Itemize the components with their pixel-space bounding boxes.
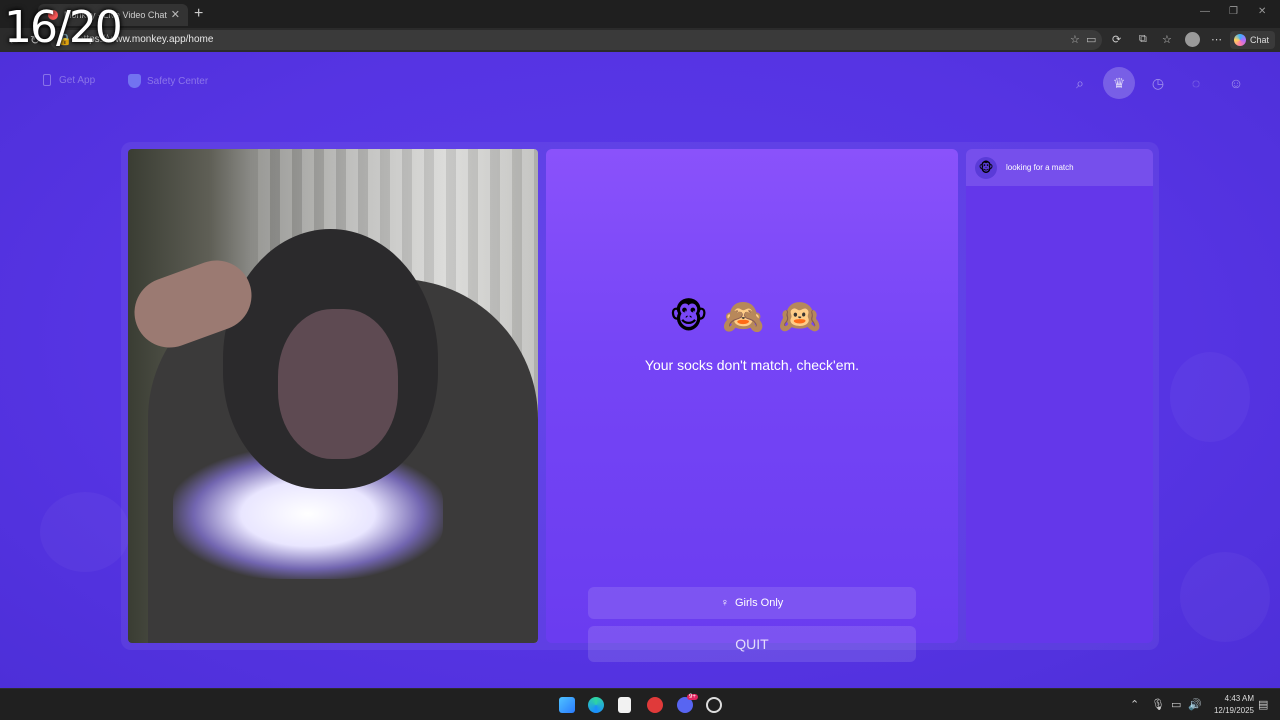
history-icon[interactable]: ◷ (1143, 68, 1173, 98)
local-video-feed (128, 149, 538, 643)
background-blob (40, 492, 130, 572)
chat-icon[interactable]: ◌ (1181, 68, 1211, 98)
phone-icon (43, 74, 51, 86)
search-icon[interactable]: ⌕ (1065, 68, 1095, 98)
get-app-label: Get App (59, 74, 96, 86)
minimize-icon[interactable]: — (1200, 6, 1210, 17)
windows-taskbar: 9+ ⌃ 🎙 ▭ 🔊 4:43 AM 12/19/2025 ▤ (0, 688, 1280, 720)
extensions-icon[interactable]: ⟳ (1112, 33, 1121, 46)
maximize-icon[interactable]: ❐ (1229, 6, 1238, 17)
more-menu-icon[interactable]: ⋯ (1211, 33, 1222, 46)
chat-panel: 🐵 looking for a match (966, 149, 1153, 643)
background-blob (1180, 552, 1270, 642)
edge-icon[interactable] (588, 697, 604, 713)
shield-icon (128, 74, 141, 88)
clock-date: 12/19/2025 (1213, 706, 1254, 715)
chat-button-label: Chat (1250, 35, 1270, 45)
favorite-star-icon[interactable]: ☆ (1070, 33, 1080, 46)
browser-toolbar: ← ↻ 🔒 https://www.monkey.app/home ☆ ▭ ⟳ … (0, 28, 1280, 52)
monkey-emojis: 🐵🙈🙉 (669, 298, 835, 336)
overlay-counter: 16/20 (4, 2, 123, 53)
crown-icon[interactable]: ♛ (1103, 67, 1135, 99)
close-tab-icon[interactable]: ✕ (171, 8, 180, 21)
match-status-panel: 🐵🙈🙉 Your socks don't match, check'em. ♀ … (546, 149, 958, 662)
system-clock[interactable]: 4:43 AM 12/19/2025 (1206, 693, 1254, 717)
camera-icon[interactable]: ▭ (1086, 33, 1096, 46)
address-bar[interactable]: 🔒 https://www.monkey.app/home ☆ ▭ (50, 30, 1102, 50)
chat-status-text: looking for a match (1006, 163, 1074, 172)
discord-badge: 9+ (687, 694, 698, 700)
female-icon: ♀ (720, 597, 729, 609)
monkey-avatar: 🐵 (975, 156, 997, 179)
obs-icon[interactable] (706, 697, 722, 713)
quit-button[interactable]: QUIT (588, 626, 916, 662)
network-icon[interactable]: ▭ (1171, 698, 1181, 711)
clock-time: 4:43 AM (1224, 694, 1254, 703)
copilot-chat-button[interactable]: Chat (1230, 31, 1276, 49)
copilot-icon (1234, 34, 1246, 46)
safety-center-label: Safety Center (147, 75, 209, 87)
notification-icon[interactable]: ▤ (1258, 698, 1268, 711)
background-blob (1170, 352, 1250, 442)
new-tab-button[interactable]: + (194, 5, 203, 23)
tray-chevron-icon[interactable]: ⌃ (1130, 698, 1139, 711)
chat-status-row: 🐵 looking for a match (966, 149, 1153, 186)
split-screen-icon[interactable]: ⧉ (1139, 33, 1147, 46)
get-app-link[interactable]: Get App (43, 74, 95, 86)
girls-only-button[interactable]: ♀ Girls Only (588, 587, 916, 619)
favorites-icon[interactable]: ☆ (1162, 33, 1172, 46)
app-red-icon[interactable] (647, 697, 663, 713)
profile-icon[interactable]: ☺ (1221, 68, 1251, 98)
person-face (278, 309, 398, 459)
start-icon[interactable] (559, 697, 575, 713)
window-close-icon[interactable]: ✕ (1258, 6, 1266, 17)
file-icon[interactable] (618, 697, 631, 713)
safety-center-link[interactable]: Safety Center (128, 74, 208, 88)
volume-icon[interactable]: 🔊 (1188, 698, 1202, 711)
microphone-icon[interactable]: 🎙 (1151, 698, 1165, 711)
girls-only-label: Girls Only (734, 597, 784, 609)
status-message: Your socks don't match, check'em. (644, 357, 860, 373)
browser-tab-bar: Monkey - Live Video Chat ✕ + — ❐ ✕ (0, 0, 1280, 28)
profile-avatar[interactable] (1185, 32, 1200, 47)
